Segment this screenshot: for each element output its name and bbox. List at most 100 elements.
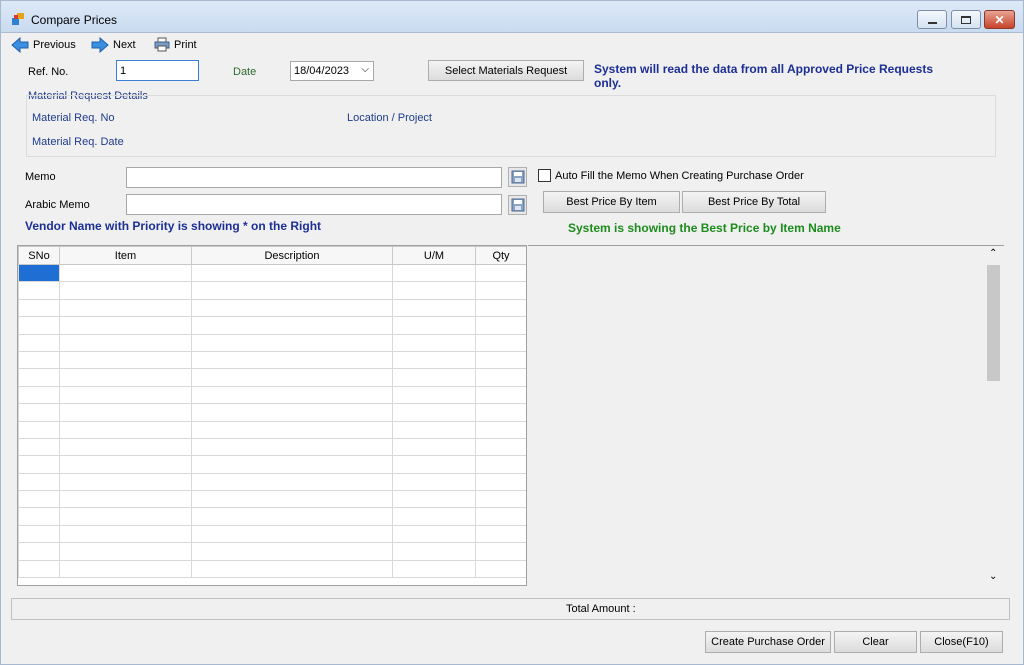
cell-qty[interactable]	[475, 298, 526, 318]
column-header-description[interactable]: Description	[191, 246, 393, 265]
cell-item[interactable]	[59, 403, 192, 422]
cell-um[interactable]	[392, 368, 476, 387]
cell-item[interactable]	[59, 472, 192, 492]
cell-description[interactable]	[191, 420, 393, 439]
cell-item[interactable]	[59, 507, 192, 526]
cell-item[interactable]	[59, 385, 192, 405]
arabic-memo-input[interactable]	[126, 194, 502, 215]
cell-qty[interactable]	[475, 420, 526, 439]
cell-sno[interactable]	[18, 559, 60, 579]
table-row[interactable]	[18, 403, 526, 422]
cell-qty[interactable]	[475, 524, 526, 544]
cell-item[interactable]	[59, 490, 192, 509]
table-row[interactable]	[18, 350, 526, 370]
cell-description[interactable]	[191, 350, 393, 370]
cell-item[interactable]	[59, 368, 192, 387]
cell-description[interactable]	[191, 385, 393, 405]
cell-description[interactable]	[191, 316, 393, 335]
cell-item[interactable]	[59, 316, 192, 335]
table-row[interactable]	[18, 368, 526, 387]
cell-qty[interactable]	[475, 368, 526, 387]
table-row[interactable]	[18, 281, 526, 300]
column-header-sno[interactable]: SNo	[18, 246, 60, 265]
memo-save-button[interactable]	[508, 167, 527, 187]
minimize-button[interactable]	[917, 10, 947, 29]
cell-um[interactable]	[392, 385, 476, 405]
cell-description[interactable]	[191, 333, 393, 352]
cell-um[interactable]	[392, 507, 476, 526]
cell-qty[interactable]	[475, 542, 526, 561]
table-row[interactable]	[18, 385, 526, 405]
cell-sno[interactable]	[18, 403, 60, 422]
table-row[interactable]	[18, 559, 526, 579]
cell-item[interactable]	[59, 281, 192, 300]
chevron-down-icon[interactable]: ⌄	[989, 571, 997, 582]
cell-qty[interactable]	[475, 263, 526, 283]
cell-um[interactable]	[392, 490, 476, 509]
cell-description[interactable]	[191, 298, 393, 318]
cell-description[interactable]	[191, 559, 393, 579]
cell-um[interactable]	[392, 420, 476, 439]
table-row[interactable]	[18, 455, 526, 474]
create-purchase-order-button[interactable]: Create Purchase Order	[705, 631, 831, 653]
cell-sno[interactable]	[18, 316, 60, 335]
cell-qty[interactable]	[475, 490, 526, 509]
cell-um[interactable]	[392, 316, 476, 335]
cell-description[interactable]	[191, 490, 393, 509]
cell-um[interactable]	[392, 559, 476, 579]
cell-sno[interactable]	[18, 455, 60, 474]
table-row[interactable]	[18, 437, 526, 457]
title-bar[interactable]: Compare Prices ✕	[1, 1, 1023, 33]
date-picker[interactable]: 18/04/2023 ⌵	[290, 61, 374, 81]
cell-sno[interactable]	[18, 490, 60, 509]
previous-button[interactable]: Previous	[11, 37, 76, 53]
cell-qty[interactable]	[475, 333, 526, 352]
cell-um[interactable]	[392, 437, 476, 457]
cell-sno[interactable]	[18, 507, 60, 526]
cell-description[interactable]	[191, 507, 393, 526]
column-header-um[interactable]: U/M	[392, 246, 476, 265]
cell-description[interactable]	[191, 455, 393, 474]
cell-um[interactable]	[392, 472, 476, 492]
cell-um[interactable]	[392, 281, 476, 300]
cell-qty[interactable]	[475, 385, 526, 405]
cell-description[interactable]	[191, 403, 393, 422]
scrollbar-thumb[interactable]	[987, 265, 1000, 381]
cell-sno[interactable]	[18, 420, 60, 439]
next-button[interactable]: Next	[91, 37, 136, 53]
cell-qty[interactable]	[475, 472, 526, 492]
cell-item[interactable]	[59, 542, 192, 561]
cell-qty[interactable]	[475, 559, 526, 579]
cell-qty[interactable]	[475, 281, 526, 300]
window-close-button[interactable]: ✕	[984, 10, 1015, 29]
cell-sno[interactable]	[18, 542, 60, 561]
table-row[interactable]	[18, 490, 526, 509]
cell-um[interactable]	[392, 455, 476, 474]
cell-um[interactable]	[392, 542, 476, 561]
table-row[interactable]	[18, 472, 526, 492]
cell-item[interactable]	[59, 420, 192, 439]
table-row[interactable]	[18, 524, 526, 544]
cell-sno[interactable]	[18, 524, 60, 544]
table-row[interactable]	[18, 333, 526, 352]
print-button[interactable]: Print	[154, 37, 197, 52]
column-header-qty[interactable]: Qty	[475, 246, 526, 265]
cell-qty[interactable]	[475, 455, 526, 474]
cell-item[interactable]	[59, 350, 192, 370]
cell-sno[interactable]	[18, 281, 60, 300]
cell-qty[interactable]	[475, 316, 526, 335]
cell-item[interactable]	[59, 333, 192, 352]
cell-sno[interactable]	[18, 350, 60, 370]
cell-sno[interactable]	[18, 368, 60, 387]
cell-description[interactable]	[191, 368, 393, 387]
ref-no-input[interactable]	[116, 60, 199, 81]
column-header-item[interactable]: Item	[59, 246, 192, 265]
cell-description[interactable]	[191, 542, 393, 561]
cell-qty[interactable]	[475, 437, 526, 457]
cell-um[interactable]	[392, 403, 476, 422]
cell-description[interactable]	[191, 437, 393, 457]
clear-button[interactable]: Clear	[834, 631, 917, 653]
cell-um[interactable]	[392, 350, 476, 370]
chevron-up-icon[interactable]: ⌃	[989, 248, 997, 259]
table-row[interactable]	[18, 420, 526, 439]
